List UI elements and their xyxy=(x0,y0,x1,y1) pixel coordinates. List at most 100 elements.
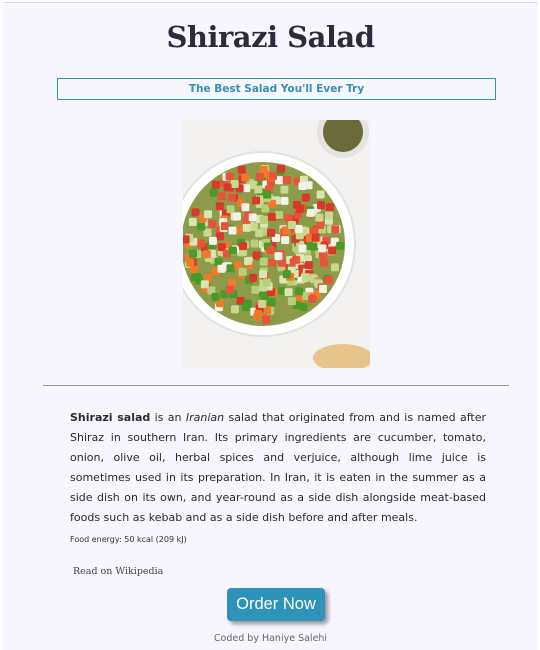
salad-piece xyxy=(202,250,211,259)
salad-piece xyxy=(241,173,250,182)
description-text: is an xyxy=(150,411,186,424)
salad-piece xyxy=(189,249,198,258)
salad-piece xyxy=(318,244,327,253)
food-energy: Food energy: 50 kcal (209 kJ) xyxy=(70,535,187,544)
salad-piece xyxy=(204,210,213,219)
salad-piece xyxy=(225,285,234,294)
salad-piece xyxy=(304,261,313,270)
salad-piece xyxy=(220,222,229,231)
salad-piece xyxy=(287,221,296,230)
salad-piece xyxy=(242,223,251,232)
salad-piece xyxy=(191,208,200,217)
salad-piece xyxy=(282,270,291,279)
salad-piece xyxy=(262,278,271,287)
salad-piece xyxy=(259,215,268,224)
salad-piece xyxy=(304,181,313,190)
salad-piece xyxy=(318,284,327,293)
page-container: Shirazi Salad The Best Salad You'll Ever… xyxy=(3,2,538,650)
salad-piece xyxy=(208,219,217,228)
salad-piece xyxy=(284,288,293,297)
salad-piece xyxy=(251,285,260,294)
salad-piece xyxy=(252,196,261,205)
wikipedia-link[interactable]: Read on Wikipedia xyxy=(73,566,163,577)
order-now-button[interactable]: Order Now xyxy=(227,588,325,621)
salad-piece xyxy=(319,258,328,267)
salad-piece xyxy=(261,204,270,213)
salad-piece xyxy=(311,233,320,242)
salad-piece xyxy=(258,300,267,309)
salad-piece xyxy=(280,196,289,205)
salad-piece xyxy=(287,297,296,306)
salad-piece xyxy=(317,201,326,210)
salad-piece xyxy=(226,205,235,214)
salad-piece xyxy=(237,165,246,174)
salad-piece xyxy=(301,273,310,282)
salad-piece xyxy=(254,185,263,194)
salad-piece xyxy=(243,299,252,308)
salad-piece xyxy=(262,315,271,324)
description: Shirazi salad is an Iranian salad that o… xyxy=(70,408,486,528)
salad-piece xyxy=(215,202,224,211)
salad-piece xyxy=(197,222,206,231)
salad-piece xyxy=(281,236,290,245)
salad-piece xyxy=(274,252,283,261)
salad-piece xyxy=(316,190,325,199)
salad-piece xyxy=(255,172,264,181)
salad-piece xyxy=(183,235,190,244)
salad-piece xyxy=(267,228,276,237)
description-italic: Iranian xyxy=(185,411,225,424)
salad-piece xyxy=(298,244,307,253)
salad-piece xyxy=(238,267,247,276)
salad-piece xyxy=(315,213,324,222)
salad-piece xyxy=(263,190,272,199)
page-title: Shirazi Salad xyxy=(166,20,375,54)
credit-text: Coded by Haniye Salehi xyxy=(213,633,328,644)
salad-piece xyxy=(214,257,223,266)
salad-piece xyxy=(284,214,293,223)
salad-piece xyxy=(226,264,235,273)
salad-piece xyxy=(209,188,218,197)
salad-piece xyxy=(239,242,248,251)
salad-piece xyxy=(208,236,217,245)
salad-piece xyxy=(296,204,305,213)
salad-piece xyxy=(228,246,237,255)
salad-piece xyxy=(292,255,301,264)
salad-piece xyxy=(268,258,277,267)
subtitle-box: The Best Salad You'll Ever Try xyxy=(57,78,496,100)
salad-piece xyxy=(274,211,283,220)
salad-piece xyxy=(217,264,226,273)
salad-piece xyxy=(280,185,289,194)
salad-piece xyxy=(217,192,226,201)
salad-piece xyxy=(336,241,345,250)
salad-piece xyxy=(328,246,337,255)
salad-piece xyxy=(188,217,197,226)
salad-piece xyxy=(227,193,236,202)
salad-piece xyxy=(250,239,259,248)
salad-piece xyxy=(196,239,205,248)
salad-piece xyxy=(269,171,278,180)
salad-piece xyxy=(308,294,317,303)
salad-piece xyxy=(253,312,262,321)
salad-piece xyxy=(267,298,276,307)
salad-piece xyxy=(325,211,334,220)
description-bold: Shirazi salad xyxy=(70,411,151,424)
salad-piece xyxy=(244,257,253,266)
salad-image xyxy=(183,120,370,368)
salad-piece xyxy=(190,273,199,282)
salad-piece xyxy=(277,164,286,173)
salad-piece xyxy=(309,242,318,251)
salad-piece xyxy=(330,263,339,272)
salad-piece xyxy=(252,251,261,260)
salad-piece xyxy=(306,208,315,217)
description-text: salad that originated from and is named … xyxy=(70,411,486,524)
salad-piece xyxy=(316,220,325,229)
salad-piece xyxy=(228,226,237,235)
salad-piece xyxy=(232,212,241,221)
salad-piece xyxy=(324,276,333,285)
salad-piece xyxy=(259,270,268,279)
salad-piece xyxy=(225,172,234,181)
salad-piece xyxy=(223,183,232,192)
salad-piece xyxy=(241,203,250,212)
salad-piece xyxy=(230,180,239,189)
divider xyxy=(43,385,509,386)
